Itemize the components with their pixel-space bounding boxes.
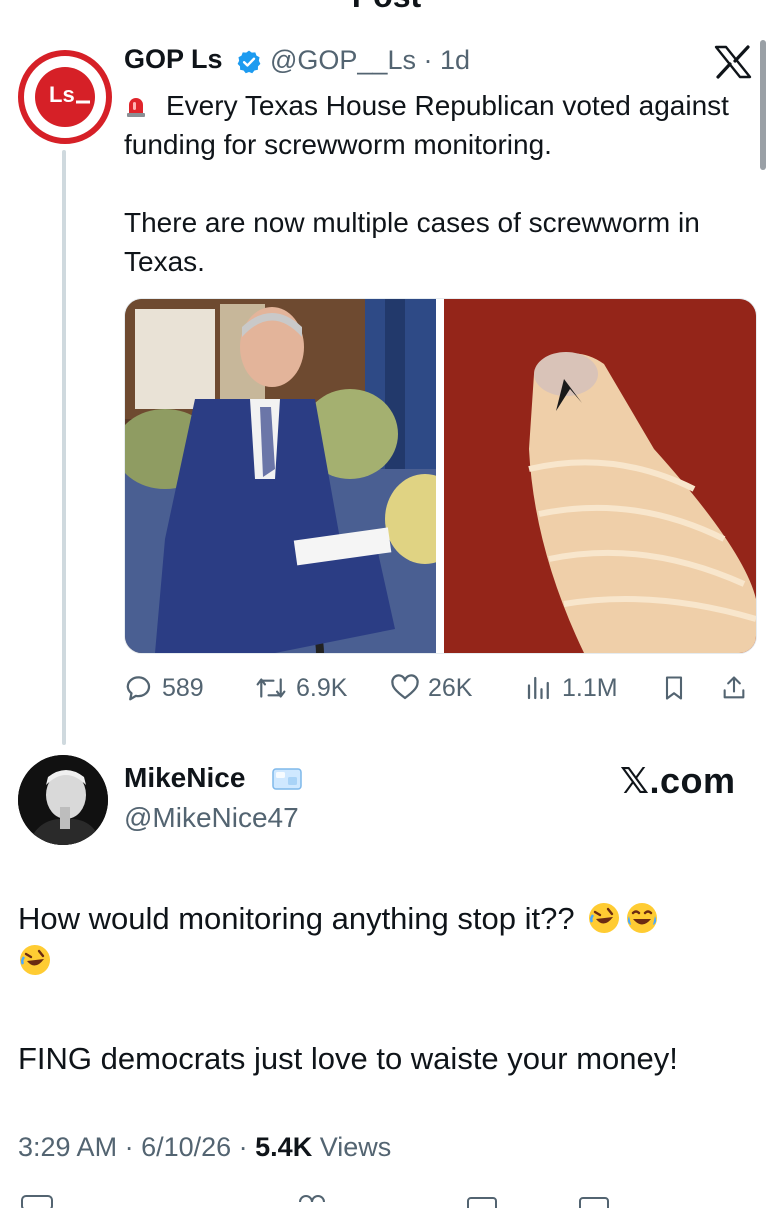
tears-of-joy-emoji-icon — [627, 903, 658, 933]
x-com-logo: 𝕏.com — [620, 760, 736, 801]
x-logo-icon[interactable] — [712, 44, 754, 80]
ice-cube-icon — [272, 768, 302, 790]
author-name[interactable]: GOP Ls — [124, 44, 223, 75]
post-metadata: 3:29 AM · 6/10/26 · 5.4K Views — [18, 1132, 392, 1162]
reply-count: 589 — [162, 673, 204, 702]
author-handle: @GOP__Ls — [270, 45, 416, 75]
like-count: 26K — [428, 673, 473, 702]
tweet-body: Every Texas House Republican voted again… — [124, 86, 744, 281]
share-icon — [723, 676, 745, 699]
reply-button[interactable]: 589 — [124, 668, 204, 708]
repost-count: 6.9K — [296, 673, 348, 702]
avatar-photo — [18, 755, 108, 845]
tweet-line-1: Every Texas House Republican voted again… — [124, 90, 729, 160]
avatar-mikenice[interactable] — [18, 755, 108, 845]
reply-author-handle[interactable]: @MikeNice47 — [124, 802, 299, 834]
heart-icon — [391, 674, 419, 700]
photo-screwworm-larva[interactable] — [444, 299, 756, 653]
post-action-bar: 589 6.9K 26K 1.1M — [124, 668, 755, 708]
verified-badge-icon — [237, 50, 261, 74]
author-handle-time[interactable]: @GOP__Ls · 1d — [270, 45, 470, 76]
reply-body-2: FING democrats just love to waiste your … — [18, 1041, 678, 1076]
scrollbar[interactable] — [760, 40, 766, 170]
repost-button[interactable]: 6.9K — [254, 668, 347, 708]
reply-body-1: How would monitoring anything stop it?? — [18, 898, 758, 982]
post-date: 6/10/26 — [141, 1132, 232, 1162]
avatar-gop-ls[interactable]: Ls — [18, 50, 112, 144]
repost-icon — [256, 678, 286, 698]
page-title: Post — [0, 0, 773, 15]
like-button[interactable]: 26K — [390, 668, 472, 708]
reply-icon — [126, 676, 151, 701]
views-button[interactable]: 1.1M — [524, 668, 618, 708]
tweet-line-2: There are now multiple cases of screwwor… — [124, 207, 700, 277]
view-count: 1.1M — [562, 673, 618, 702]
bookmark-button[interactable] — [660, 668, 696, 708]
views-count: 5.4K — [255, 1132, 313, 1162]
rolling-laughing-emoji-icon — [589, 903, 620, 933]
views-label: Views — [319, 1132, 392, 1162]
thread-line — [62, 150, 66, 745]
bottom-reply-icon — [21, 1195, 53, 1208]
reply-author-name[interactable]: MikeNice — [124, 762, 245, 794]
reply-text-1: How would monitoring anything stop it?? — [18, 901, 575, 936]
bookmark-icon — [665, 676, 683, 700]
post-time-full: 3:29 AM — [18, 1132, 118, 1162]
bottom-like-icon — [299, 1195, 325, 1203]
share-button[interactable] — [720, 668, 756, 708]
analytics-icon — [527, 676, 549, 700]
gop-ls-logo-icon: Ls — [35, 67, 95, 127]
post-time: 1d — [439, 45, 471, 75]
svg-text:Ls: Ls — [49, 82, 75, 107]
media-grid[interactable] — [124, 298, 757, 654]
rolling-laughing-emoji-icon-2 — [20, 945, 50, 975]
siren-emoji-icon — [127, 98, 145, 117]
photo-man-in-wheelchair[interactable] — [125, 299, 436, 653]
bottom-action-bar — [21, 1195, 609, 1208]
